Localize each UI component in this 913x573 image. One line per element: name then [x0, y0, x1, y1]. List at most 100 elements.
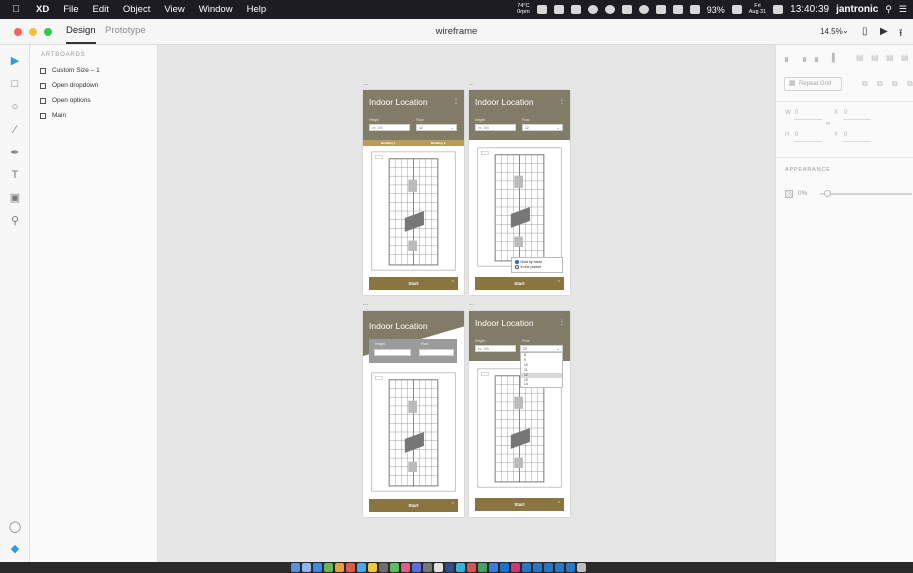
y-value[interactable]: 0: [844, 132, 847, 138]
menu-window[interactable]: Window: [199, 4, 233, 15]
lock-aspect-icon[interactable]: ∞: [826, 121, 830, 127]
height-input[interactable]: ex. 165: [475, 345, 516, 352]
menu-app-xd[interactable]: XD: [36, 4, 49, 15]
layer-item[interactable]: Main: [40, 112, 66, 119]
terminal-icon[interactable]: [423, 563, 432, 572]
browser-icon[interactable]: [456, 563, 465, 572]
artboard-name[interactable]: ...: [469, 301, 474, 307]
align-left-icon[interactable]: ▤: [856, 53, 864, 62]
artboard-tool-icon[interactable]: ▣: [7, 190, 23, 206]
opacity-value[interactable]: 0%: [798, 190, 807, 197]
zoom-tool-icon[interactable]: ⚲: [7, 213, 23, 229]
weather-widget[interactable]: 74°C 0rpm: [517, 3, 530, 15]
spotlight-icon[interactable]: ⚲: [885, 4, 892, 15]
tool-icon[interactable]: [570, 5, 581, 14]
repeat-grid-button[interactable]: ▦ Repeat Grid: [784, 77, 842, 91]
menu-object[interactable]: Object: [123, 4, 150, 15]
launchpad-icon[interactable]: [302, 563, 311, 572]
layer-item[interactable]: Open options: [40, 97, 91, 104]
play-icon[interactable]: ▶: [880, 26, 888, 37]
text-tool-icon[interactable]: T: [7, 167, 23, 183]
height-input[interactable]: [374, 349, 411, 356]
boolean-subtract-icon[interactable]: ⧉: [877, 79, 883, 89]
y-field[interactable]: [843, 141, 871, 142]
artboard-name[interactable]: ...: [469, 81, 474, 87]
artboard-open-options[interactable]: Indoor Location ⋮ Height Floor ex. 165 1…: [469, 90, 570, 295]
dropdown-option[interactable]: 14: [521, 382, 562, 387]
device-preview-icon[interactable]: ▯: [862, 26, 868, 37]
notes-icon[interactable]: [368, 563, 377, 572]
chevron-up-icon[interactable]: ⌃: [451, 499, 455, 512]
menu-view[interactable]: View: [164, 4, 184, 15]
vpn-icon[interactable]: [500, 563, 509, 572]
height-value[interactable]: 0: [795, 132, 798, 138]
pen-tool-icon[interactable]: ✒: [7, 145, 23, 161]
artboard-name[interactable]: ...: [363, 81, 368, 87]
line-tool-icon[interactable]: ∕: [7, 122, 23, 138]
more-icon[interactable]: ⋮: [453, 98, 459, 105]
align-right-icon[interactable]: ▤: [886, 53, 894, 62]
network-icon[interactable]: [553, 5, 564, 14]
chevron-up-icon[interactable]: ⌃: [557, 498, 561, 511]
rectangle-tool-icon[interactable]: □: [7, 76, 23, 92]
option-in-pocket[interactable]: In the pocket: [515, 265, 559, 270]
apple-icon[interactable]: : [10, 4, 22, 15]
floor-select[interactable]: 12 ⌄: [522, 124, 563, 131]
sync-icon[interactable]: [587, 5, 598, 14]
artboard-custom-size[interactable]: Indoor Location Height Floor Start ⌃: [363, 311, 464, 517]
folder-icon[interactable]: [544, 563, 553, 572]
chevron-down-icon[interactable]: ⌄: [842, 26, 849, 35]
floor-select[interactable]: 12 ⌄: [416, 124, 457, 131]
battery-percent[interactable]: 93%: [707, 5, 725, 15]
folder-icon[interactable]: [533, 563, 542, 572]
messages-icon[interactable]: [324, 563, 333, 572]
more-icon[interactable]: ⋮: [559, 98, 565, 105]
clock[interactable]: 13:40:39: [790, 4, 829, 15]
opacity-slider[interactable]: [820, 193, 912, 195]
keyboard-icon[interactable]: [773, 5, 784, 14]
opacity-slider-handle[interactable]: [824, 190, 831, 197]
code-editor-icon[interactable]: [445, 563, 454, 572]
layer-item[interactable]: Custom Size – 1: [40, 67, 100, 74]
design-canvas[interactable]: ... Indoor Location ⋮ Height Floor ex. 1…: [158, 45, 775, 562]
drive-icon[interactable]: [604, 5, 615, 14]
boolean-intersect-icon[interactable]: ⧉: [892, 79, 898, 89]
floor-input[interactable]: [419, 349, 454, 356]
align-center-icon[interactable]: ▤: [871, 53, 879, 62]
safari-icon[interactable]: [313, 563, 322, 572]
floor-select[interactable]: 12 ⌄: [520, 345, 563, 352]
photos-icon[interactable]: [335, 563, 344, 572]
textedit-icon[interactable]: [434, 563, 443, 572]
folder-icon[interactable]: [566, 563, 575, 572]
volume-icon[interactable]: [655, 5, 666, 14]
zoom-level[interactable]: 14.5%: [820, 27, 843, 36]
ellipse-tool-icon[interactable]: ○: [7, 99, 23, 115]
mail-icon[interactable]: [357, 563, 366, 572]
user-name[interactable]: jantronic: [836, 4, 878, 15]
align-bottom-icon[interactable]: ▖: [815, 53, 821, 62]
artboard-main[interactable]: Indoor Location ⋮ Height Floor ex. 165 1…: [363, 90, 464, 295]
floor-plan-image[interactable]: [476, 146, 563, 268]
distribute-horizontal-icon[interactable]: ▤: [901, 53, 909, 62]
x-field[interactable]: [843, 119, 871, 120]
share-icon[interactable]: ⭱: [899, 26, 903, 43]
artboard-name[interactable]: ...: [363, 301, 368, 307]
align-top-icon[interactable]: ▖: [785, 53, 791, 62]
music-icon[interactable]: [401, 563, 410, 572]
layer-item[interactable]: Open dropdown: [40, 82, 98, 89]
start-button[interactable]: Start ⌃: [475, 277, 564, 290]
date-widget[interactable]: Fri Aug 31: [749, 3, 766, 15]
xd-app-icon[interactable]: [511, 563, 520, 572]
tab-building-1[interactable]: Building 1: [381, 141, 396, 145]
record-icon[interactable]: [638, 5, 649, 14]
start-button[interactable]: Start ⌃: [475, 498, 564, 511]
folder-icon[interactable]: [555, 563, 564, 572]
monitor-icon[interactable]: [536, 5, 547, 14]
artboard-open-dropdown[interactable]: Indoor Location ⋮ Height Floor ex. 165 1…: [469, 311, 570, 517]
folder-icon[interactable]: [522, 563, 531, 572]
floor-plan-image[interactable]: [370, 150, 457, 272]
tab-building-2[interactable]: Building 2: [431, 141, 446, 145]
menu-help[interactable]: Help: [247, 4, 267, 15]
floor-plan-image[interactable]: [370, 371, 457, 493]
select-tool-icon[interactable]: ▶: [7, 53, 23, 69]
